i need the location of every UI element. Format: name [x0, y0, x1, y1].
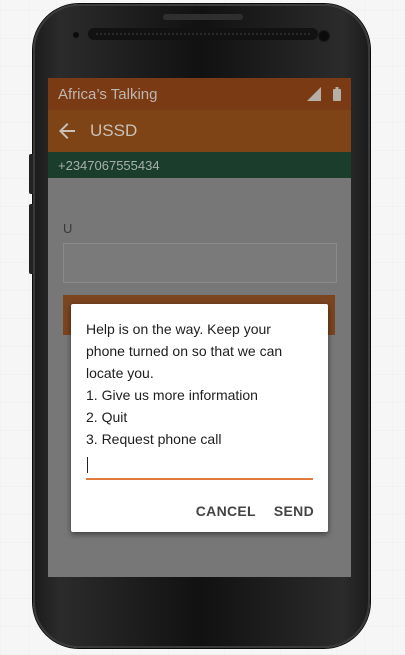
side-button	[29, 204, 33, 274]
menu-option-1: 1. Give us more information	[86, 387, 258, 403]
battery-icon	[333, 87, 341, 101]
speaker-grille	[88, 28, 318, 40]
text-caret	[87, 457, 88, 473]
cancel-button[interactable]: CANCEL	[196, 503, 256, 519]
message-line: locate you.	[86, 365, 154, 381]
toolbar-title: USSD	[90, 121, 138, 140]
back-arrow-icon[interactable]	[58, 121, 78, 141]
reply-input[interactable]	[86, 454, 313, 480]
status-icons	[307, 87, 341, 101]
dialog-message: Help is on the way. Keep your phone turn…	[86, 318, 318, 450]
volume-button	[29, 154, 33, 194]
send-button[interactable]: SEND	[274, 503, 314, 519]
sensor-icon	[73, 32, 79, 38]
content-area: U Help is on the way. Keep your phone tu…	[48, 178, 351, 577]
menu-option-2: 2. Quit	[86, 409, 128, 425]
status-bar: Africa’s Talking	[48, 78, 351, 110]
menu-option-3: 3. Request phone call	[86, 431, 222, 447]
dialog-actions: CANCEL SEND	[196, 503, 314, 519]
phone-number: +2347067555434	[58, 157, 160, 173]
signal-icon	[307, 87, 321, 101]
app-title: Africa’s Talking	[58, 85, 158, 103]
screen: Africa’s Talking USSD +2347067555434 U H…	[48, 78, 351, 577]
phone-number-bar: +2347067555434	[48, 152, 351, 178]
message-line: phone turned on so that we can	[86, 343, 283, 359]
phone-top-edge	[163, 14, 243, 20]
message-line: Help is on the way. Keep your	[86, 321, 271, 337]
camera-icon	[318, 30, 330, 42]
page: Africa’s Talking USSD +2347067555434 U H…	[0, 0, 405, 655]
phone-frame: Africa’s Talking USSD +2347067555434 U H…	[29, 4, 370, 648]
ussd-dialog: Help is on the way. Keep your phone turn…	[71, 304, 328, 532]
toolbar: USSD	[48, 110, 351, 152]
